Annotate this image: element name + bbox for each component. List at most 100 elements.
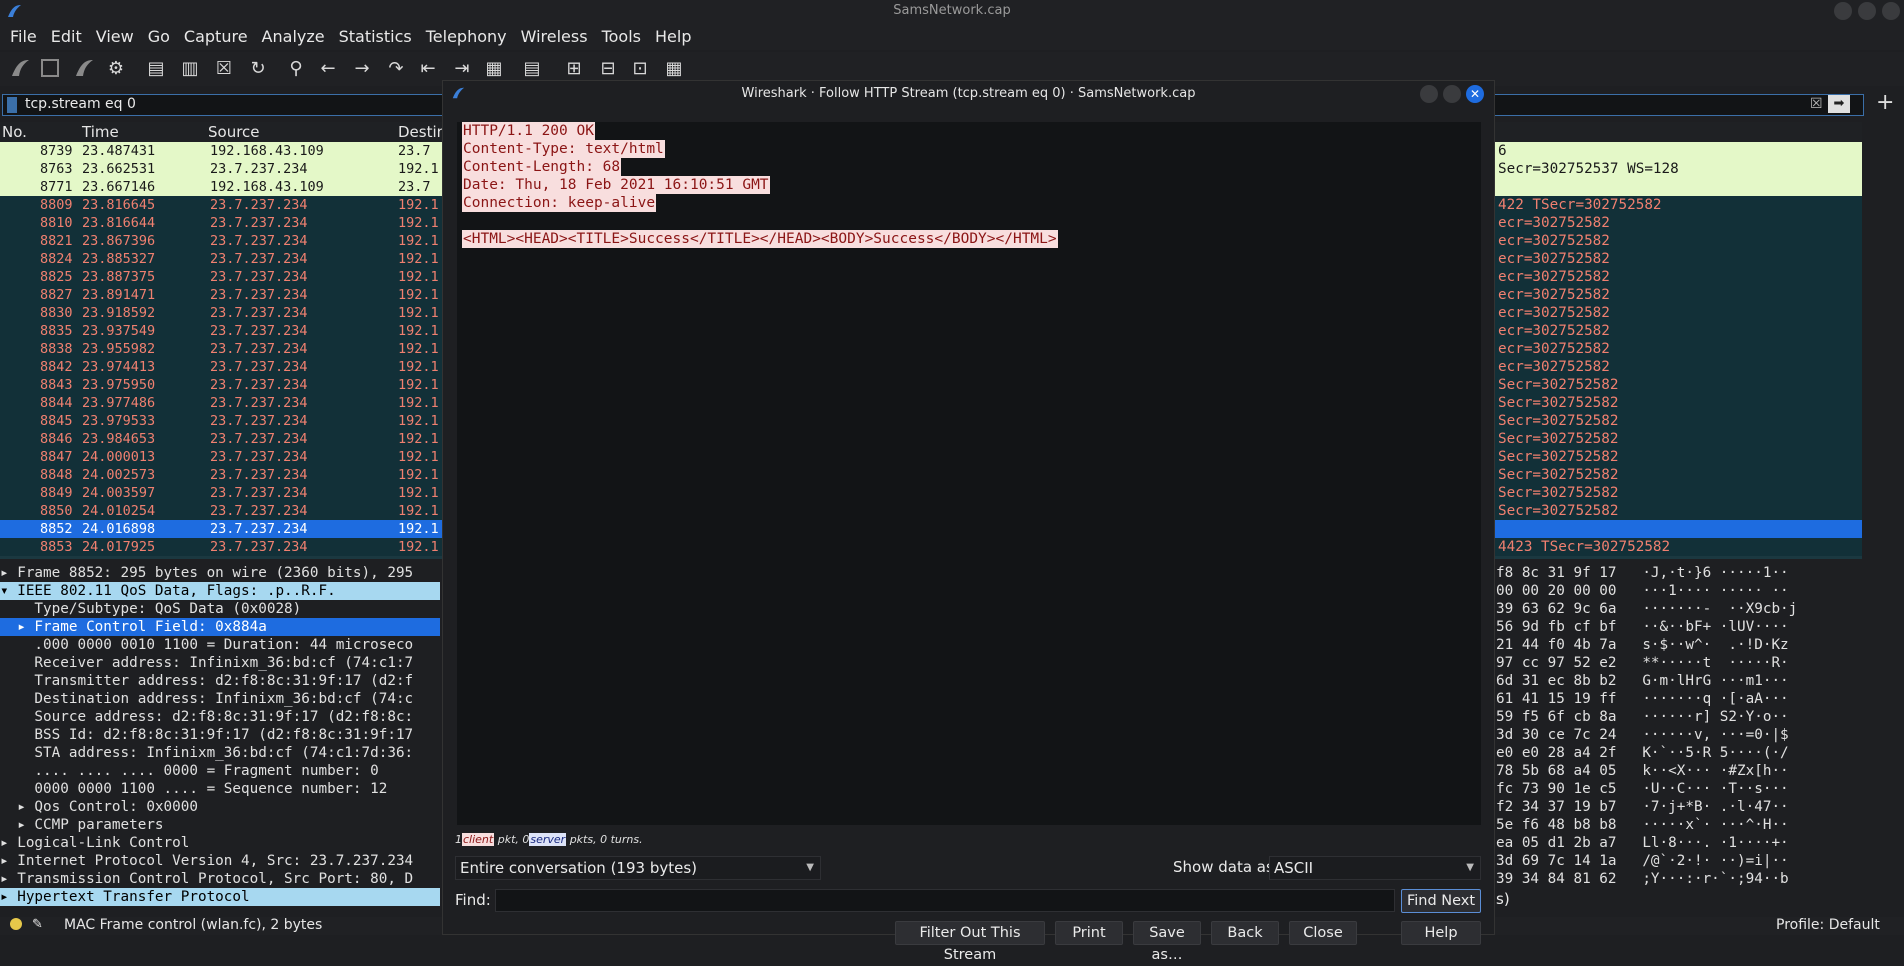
reload-file-icon[interactable]: ↻ (246, 57, 270, 81)
hex-line[interactable]: 39 63 62 9c 6a ·······- ··X9cb·j (1496, 600, 1864, 618)
hex-line[interactable]: 61 41 15 19 ff ·······q ·[·aA··· (1496, 690, 1864, 708)
hex-line[interactable]: fc 73 90 1e c5 ·U··C··· ·T··s··· (1496, 780, 1864, 798)
save-file-icon[interactable]: ▥ (178, 57, 202, 81)
detail-tree-item[interactable]: ▸ CCMP parameters (0, 816, 440, 834)
detail-tree-item[interactable]: Destination address: Infinixm_36:bd:cf (… (0, 690, 440, 708)
hex-line[interactable]: 3d 30 ce 7c 24 ······v, ···=0·|$ (1496, 726, 1864, 744)
menu-telephony[interactable]: Telephony (419, 24, 514, 50)
zoom-out-icon[interactable]: ⊟ (596, 57, 620, 81)
find-input[interactable] (495, 889, 1395, 912)
last-packet-icon[interactable]: ⇥ (450, 57, 474, 81)
resize-columns-icon[interactable]: ▦ (662, 57, 686, 81)
menu-go[interactable]: Go (141, 24, 177, 50)
bookmark-icon[interactable] (7, 97, 17, 113)
find-next-button[interactable]: Find Next (1401, 889, 1481, 913)
autoscroll-icon[interactable]: ▦ (482, 57, 506, 81)
menu-help[interactable]: Help (648, 24, 698, 50)
detail-tree-item[interactable]: .000 0000 0010 1100 = Duration: 44 micro… (0, 636, 440, 654)
detail-tree-item[interactable]: ▸ Qos Control: 0x0000 (0, 798, 440, 816)
hex-line[interactable]: 5e f6 48 b8 b8 ·····x`· ···^·H·· (1496, 816, 1864, 834)
show-data-as-select[interactable]: ASCII ▼ (1269, 856, 1481, 880)
capture-options-gear-icon[interactable]: ⚙ (104, 57, 128, 81)
go-forward-icon[interactable]: → (350, 57, 374, 81)
detail-tree-item[interactable]: ▸ Frame Control Field: 0x884a (0, 618, 440, 636)
print-button[interactable]: Print (1055, 921, 1123, 945)
detail-tree-item[interactable]: ▸ Hypertext Transfer Protocol (0, 888, 440, 906)
help-button[interactable]: Help (1401, 921, 1481, 945)
stop-capture-icon[interactable] (38, 57, 62, 81)
hex-line[interactable]: 3d 69 7c 14 1a /@`·2·!· ··)=i|·· (1496, 852, 1864, 870)
hex-line[interactable]: 56 9d fb cf bf ··&··bF+ ·lUV···· (1496, 618, 1864, 636)
detail-tree-item[interactable]: 0000 0000 1100 .... = Sequence number: 1… (0, 780, 440, 798)
detail-tree-item[interactable]: ▸ Internet Protocol Version 4, Src: 23.7… (0, 852, 440, 870)
hex-line[interactable]: 97 cc 97 52 e2 **·····t ·····R· (1496, 654, 1864, 672)
stream-content[interactable]: HTTP/1.1 200 OK Content-Type: text/html Co… (457, 122, 1481, 825)
minimize-button[interactable] (1834, 2, 1852, 20)
detail-tree-item[interactable]: BSS Id: d2:f8:8c:31:9f:17 (d2:f8:8c:31:9… (0, 726, 440, 744)
expert-info-icon[interactable] (10, 918, 22, 930)
close-button[interactable]: Close (1289, 921, 1357, 945)
detail-tree-item[interactable]: Receiver address: Infinixm_36:bd:cf (74:… (0, 654, 440, 672)
go-to-packet-icon[interactable]: ↷ (384, 57, 408, 81)
column-destination[interactable]: Destin (398, 123, 446, 141)
apply-filter-arrow-icon[interactable]: ➡ (1828, 95, 1850, 113)
zoom-in-icon[interactable]: ⊞ (562, 57, 586, 81)
menu-capture[interactable]: Capture (177, 24, 255, 50)
detail-tree-item[interactable]: ▾ IEEE 802.11 QoS Data, Flags: .p..R.F. (0, 582, 440, 600)
conversation-select[interactable]: Entire conversation (193 bytes) ▼ (455, 856, 821, 880)
dialog-maximize-button[interactable] (1443, 85, 1461, 103)
maximize-button[interactable] (1858, 2, 1876, 20)
close-file-icon[interactable]: ☒ (212, 57, 236, 81)
hex-line[interactable]: e0 e0 28 a4 2f K·`··5·R 5····(·/ (1496, 744, 1864, 762)
close-window-button[interactable] (1882, 2, 1900, 20)
detail-tree-item[interactable]: Type/Subtype: QoS Data (0x0028) (0, 600, 440, 618)
filter-out-stream-button[interactable]: Filter Out This Stream (895, 921, 1045, 963)
menu-view[interactable]: View (89, 24, 141, 50)
menu-analyze[interactable]: Analyze (255, 24, 332, 50)
detail-tree-item[interactable]: ▸ Logical-Link Control (0, 834, 440, 852)
column-source[interactable]: Source (208, 123, 260, 141)
detail-tree-item[interactable]: STA address: Infinixm_36:bd:cf (74:c1:7d… (0, 744, 440, 762)
hex-line[interactable]: 21 44 f0 4b 7a s·$··w^· .·!D·Kz (1496, 636, 1864, 654)
first-packet-icon[interactable]: ⇤ (416, 57, 440, 81)
detail-tree-item[interactable]: ▸ Frame 8852: 295 bytes on wire (2360 bi… (0, 564, 440, 582)
restart-capture-icon[interactable] (72, 57, 96, 81)
menu-file[interactable]: File (0, 24, 44, 50)
find-packet-icon[interactable]: ⚲ (284, 57, 308, 81)
hex-line[interactable]: 59 f5 6f cb 8a ······r] S2·Y·o·· (1496, 708, 1864, 726)
open-file-icon[interactable]: ▤ (144, 57, 168, 81)
hex-line[interactable]: ea 05 d1 2b a7 Ll·8···. ·1····+· (1496, 834, 1864, 852)
clear-filter-icon[interactable]: ☒ (1810, 96, 1823, 112)
go-back-icon[interactable]: ← (316, 57, 340, 81)
hex-line[interactable]: f8 8c 31 9f 17 ·J,·t·}6 ·····1·· (1496, 564, 1864, 582)
back-button[interactable]: Back (1211, 921, 1279, 945)
edit-comment-icon[interactable]: ✎ (32, 917, 43, 932)
menu-tools[interactable]: Tools (595, 24, 648, 50)
packet-time: 23.937549 (82, 323, 156, 339)
dialog-minimize-button[interactable] (1420, 85, 1438, 103)
menu-edit[interactable]: Edit (44, 24, 89, 50)
packet-time: 24.002573 (82, 467, 156, 483)
detail-tree-item[interactable]: ▸ Transmission Control Protocol, Src Por… (0, 870, 440, 888)
column-time[interactable]: Time (82, 123, 119, 141)
hex-line[interactable]: 78 5b 68 a4 05 k··<X··· ·#Zx[h·· (1496, 762, 1864, 780)
hex-line[interactable]: f2 34 37 19 b7 ·7·j+*B· .·l·47·· (1496, 798, 1864, 816)
menu-statistics[interactable]: Statistics (332, 24, 419, 50)
detail-tree-item[interactable]: Transmitter address: d2:f8:8c:31:9f:17 (… (0, 672, 440, 690)
normal-size-icon[interactable]: ⊡ (628, 57, 652, 81)
hex-line[interactable]: 00 00 20 00 00 ···1···· ····· ·· (1496, 582, 1864, 600)
packet-src: 23.7.237.234 (210, 251, 308, 267)
menu-wireless[interactable]: Wireless (514, 24, 595, 50)
save-as-button[interactable]: Save as… (1133, 921, 1201, 963)
profile-label[interactable]: Profile: Default (1776, 917, 1880, 933)
detail-tree-item[interactable]: .... .... .... 0000 = Fragment number: 0 (0, 762, 440, 780)
colorize-icon[interactable]: ▤ (520, 57, 544, 81)
start-capture-icon[interactable] (8, 57, 32, 81)
detail-tree-item[interactable]: Source address: d2:f8:8c:31:9f:17 (d2:f8… (0, 708, 440, 726)
dialog-close-icon[interactable]: ✕ (1466, 85, 1484, 103)
show-data-as-label: Show data as (1173, 858, 1274, 876)
hex-line[interactable]: 39 34 84 81 62 ;Y···:·r·`·;94··b (1496, 870, 1864, 888)
column-no[interactable]: No. (2, 123, 27, 141)
hex-line[interactable]: 6d 31 ec 8b b2 G·m·lHrG ···m1··· (1496, 672, 1864, 690)
add-filter-button-icon[interactable]: + (1876, 90, 1894, 115)
